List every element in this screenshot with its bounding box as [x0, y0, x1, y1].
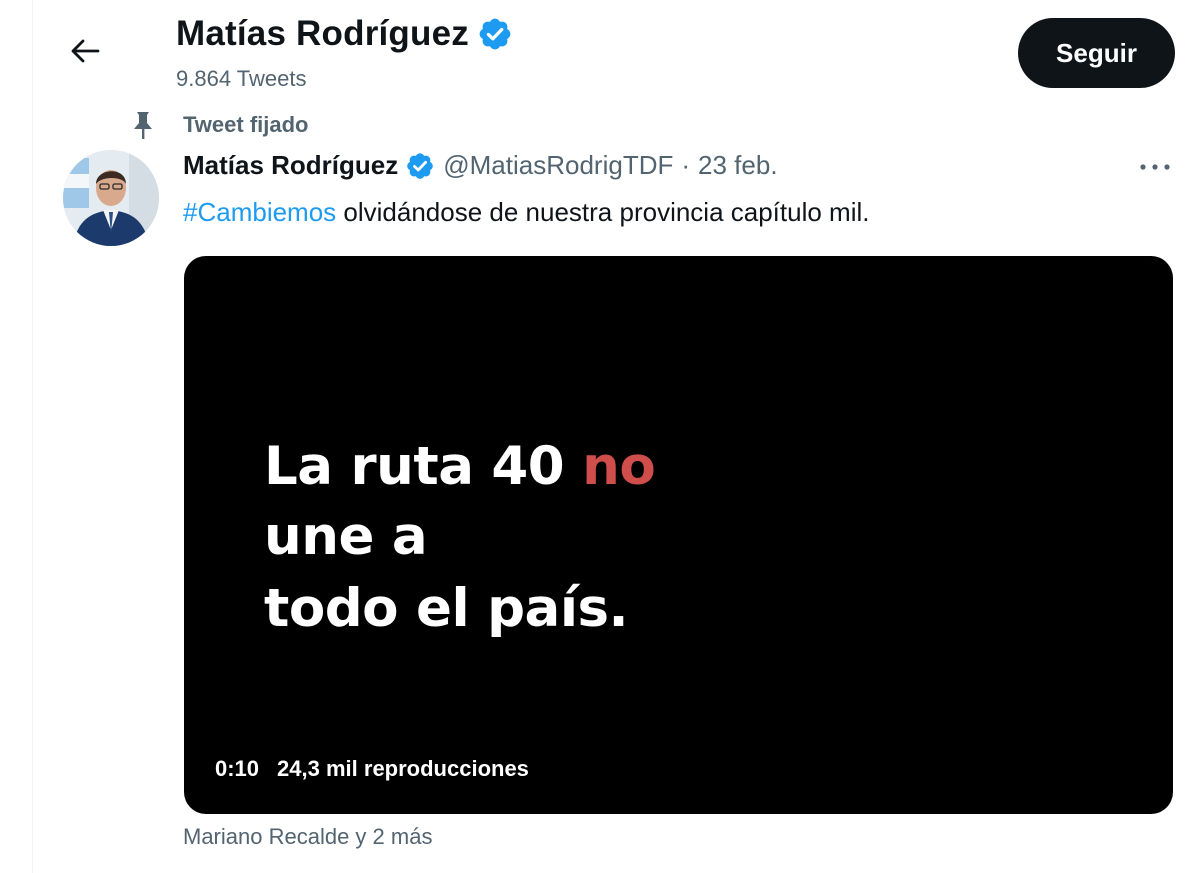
hashtag-link[interactable]: #Cambiemos: [183, 197, 336, 227]
tweet-author-handle[interactable]: @MatiasRodrigTDF: [443, 150, 673, 181]
more-horizontal-icon: [1140, 164, 1170, 170]
tweet-date[interactable]: 23 feb.: [698, 150, 778, 181]
video-stats: 0:10 24,3 mil reproducciones: [215, 756, 529, 782]
avatar[interactable]: [63, 150, 159, 246]
tweet-author-name[interactable]: Matías Rodríguez: [183, 150, 398, 181]
column-border: [32, 0, 33, 873]
video-caption-line-2: une a: [264, 506, 428, 567]
pinned-tweet-label: Tweet fijado: [183, 112, 309, 137]
follow-button[interactable]: Seguir: [1018, 18, 1175, 88]
tweet-body-text: olvidándose de nuestra provincia capítul…: [343, 197, 870, 227]
video-caption-line-1: La ruta 40 no: [264, 436, 656, 497]
pin-icon: [134, 112, 152, 139]
video-caption-highlight: no: [582, 436, 656, 497]
arrow-left-icon: [71, 39, 100, 63]
video-duration: 0:10: [215, 756, 260, 781]
tweet-header: Matías Rodríguez @MatiasRodrigTDF · 23 f…: [183, 150, 778, 181]
video-player[interactable]: La ruta 40 no une a todo el país. 0:10 2…: [184, 256, 1173, 814]
back-button[interactable]: [62, 28, 108, 74]
verified-badge-icon: [407, 152, 434, 179]
video-caption-part: La ruta 40: [264, 436, 583, 497]
tweet-text: #Cambiemos olvidándose de nuestra provin…: [183, 197, 870, 228]
more-options-button[interactable]: [1135, 150, 1175, 184]
video-views: 24,3 mil reproducciones: [277, 756, 529, 781]
avatar-photo: [63, 150, 159, 246]
tweet-count: 9.864 Tweets: [176, 66, 307, 91]
verified-badge-icon: [479, 18, 511, 50]
separator-dot: ·: [681, 150, 691, 180]
social-context[interactable]: Mariano Recalde y 2 más: [183, 824, 432, 850]
profile-header-title: Matías Rodríguez: [176, 14, 513, 54]
profile-name: Matías Rodríguez: [176, 14, 469, 53]
video-caption-line-3: todo el país.: [264, 578, 629, 639]
